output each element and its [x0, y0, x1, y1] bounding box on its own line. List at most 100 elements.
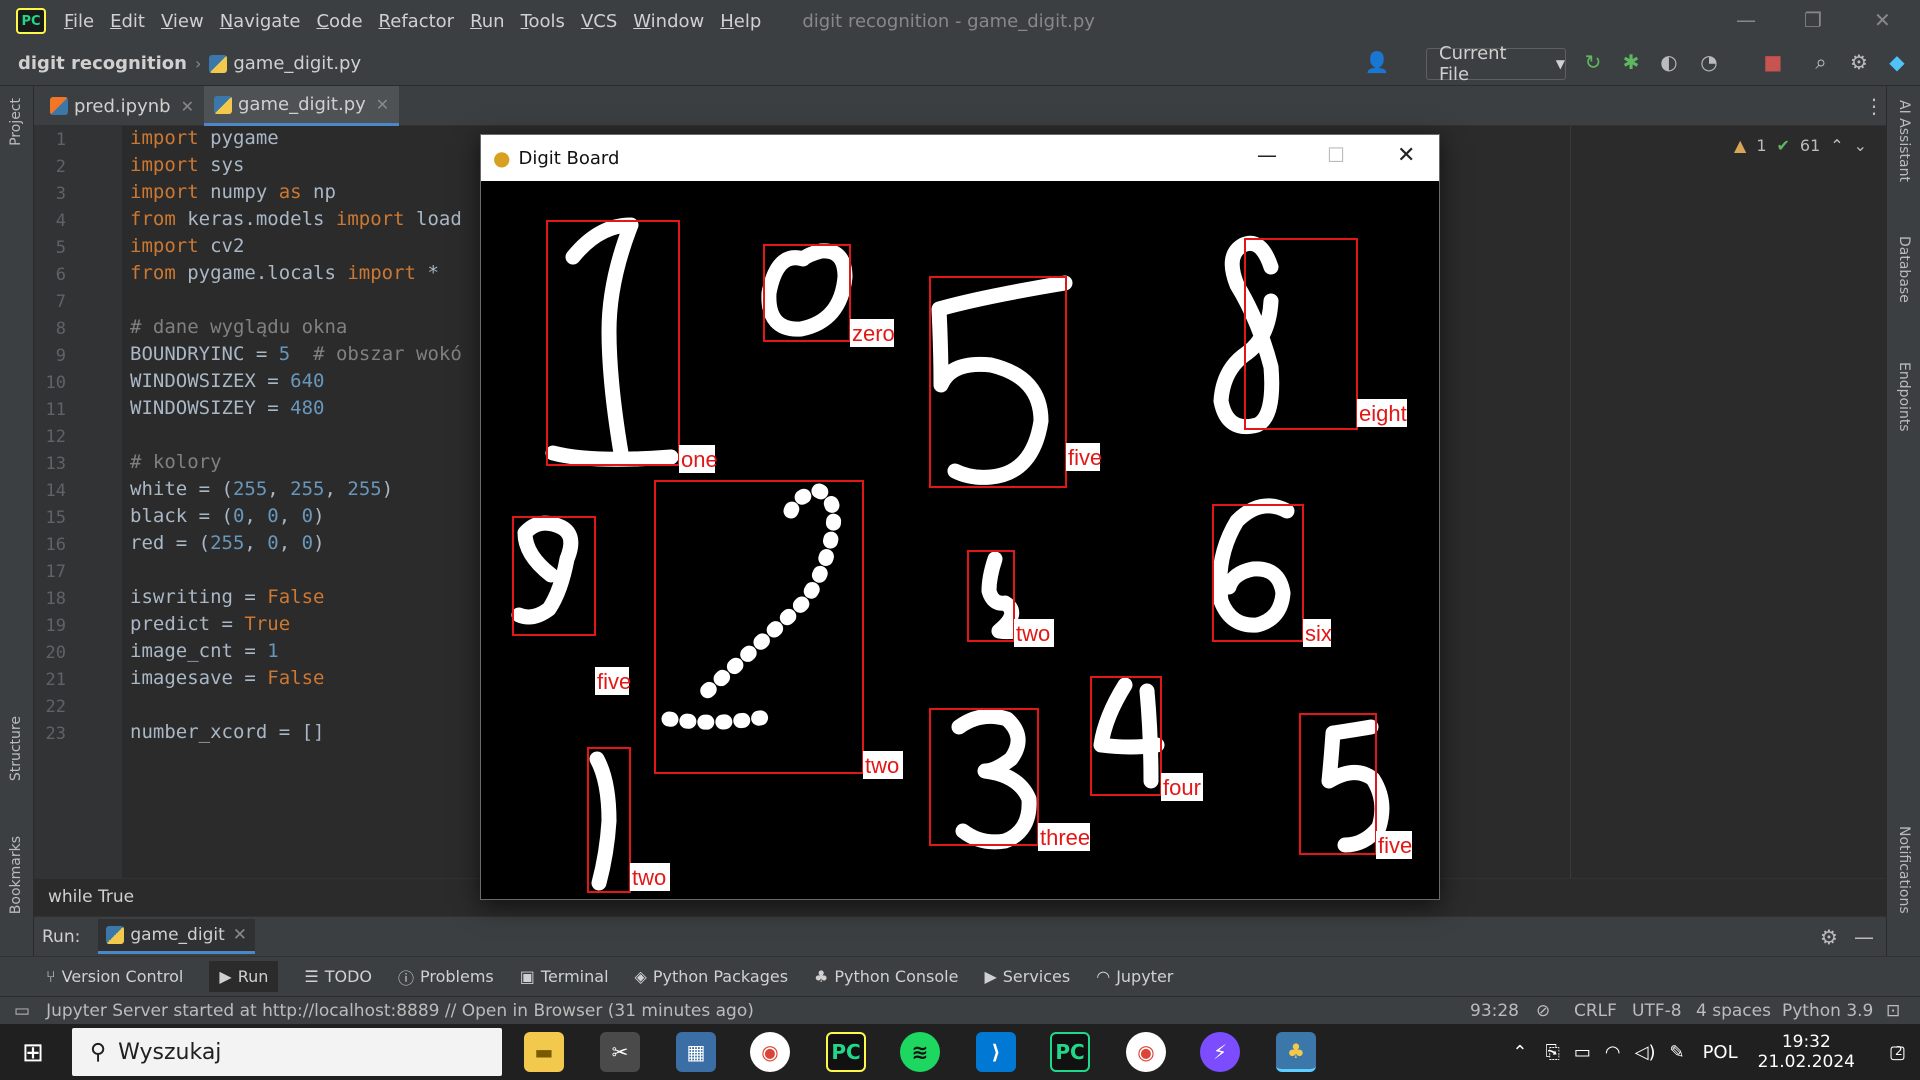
inspection-widget[interactable]: ▲ 1 ✔ 61 ⌃ ⌄ [1734, 136, 1867, 155]
indent-setting[interactable]: 4 spaces [1696, 1001, 1771, 1021]
close-icon[interactable]: ✕ [1874, 8, 1891, 32]
menu-navigate[interactable]: Navigate [220, 11, 301, 32]
close-tab-icon[interactable]: ✕ [233, 925, 247, 945]
tool-todo[interactable]: ☰ TODO [304, 967, 372, 986]
code-line[interactable]: imagesave = False [130, 667, 324, 689]
notification-center-icon[interactable]: ▢ 2 [1889, 1042, 1906, 1063]
meet-icon[interactable]: ⎘ [1545, 1042, 1559, 1063]
tool-run[interactable]: ▶ Run [209, 961, 279, 992]
tool-terminal[interactable]: ▣ Terminal [520, 967, 609, 986]
spotify-icon[interactable]: ≋ [900, 1032, 940, 1072]
digit-board-titlebar[interactable]: ● Digit Board — ☐ ✕ [481, 135, 1439, 181]
debug-icon[interactable]: ✱ [1618, 50, 1644, 76]
code-line[interactable]: from pygame.locals import * [130, 262, 439, 284]
digit-board-canvas[interactable]: one zero five eight five two two six two… [481, 181, 1439, 899]
breadcrumb-file[interactable]: game_digit.py [233, 53, 361, 74]
code-line[interactable]: from keras.models import load [130, 208, 462, 230]
chrome-profile-icon[interactable]: ◉ [1126, 1032, 1166, 1072]
code-line[interactable]: number_xcord = [] [130, 721, 324, 743]
ai-assistant-icon[interactable]: ◆ [1884, 50, 1910, 76]
tool-python-packages[interactable]: ◈ Python Packages [635, 967, 789, 986]
close-tab-icon[interactable]: ✕ [181, 97, 194, 116]
windows-start-icon[interactable]: ⊞ [22, 1038, 44, 1068]
code-line[interactable]: white = (255, 255, 255) [130, 478, 393, 500]
database-tool-button[interactable]: Database [1896, 236, 1912, 303]
line-separator[interactable]: CRLF [1574, 1001, 1617, 1021]
menu-view[interactable]: View [161, 11, 204, 32]
pen-icon[interactable]: ✎ [1669, 1042, 1684, 1063]
code-line[interactable]: BOUNDRYINC = 5 # obszar wokó [130, 343, 462, 365]
menu-run[interactable]: Run [470, 11, 505, 32]
code-line[interactable]: # dane wyglądu okna [130, 316, 347, 338]
chevron-up-icon[interactable]: ⌃ [1830, 136, 1843, 155]
tool-services[interactable]: ▶ Services [984, 967, 1070, 986]
lock-icon[interactable]: ⊡ [1886, 1001, 1900, 1021]
tool-jupyter[interactable]: ◠ Jupyter [1096, 967, 1173, 986]
menu-tools[interactable]: Tools [521, 11, 565, 32]
battery-icon[interactable]: ▭ [1574, 1042, 1591, 1063]
calculator-icon[interactable]: ▦ [676, 1032, 716, 1072]
run-config-select[interactable]: Current File ▼ [1426, 43, 1566, 85]
close-icon[interactable]: ✕ [1397, 143, 1415, 168]
menu-code[interactable]: Code [316, 11, 362, 32]
breadcrumb-project[interactable]: digit recognition [18, 53, 187, 74]
code-line[interactable]: import pygame [130, 127, 279, 149]
layout-icon[interactable]: ▭ [14, 1001, 30, 1021]
coverage-icon[interactable]: ◐ [1656, 50, 1682, 76]
clock[interactable]: 19:32 21.02.2024 [1758, 1032, 1855, 1072]
code-line[interactable]: red = (255, 0, 0) [130, 532, 325, 554]
minimize-icon[interactable]: — [1736, 8, 1756, 32]
profile-icon[interactable]: ◔ [1696, 50, 1722, 76]
tool-problems[interactable]: ⓘ Problems [398, 965, 494, 989]
language-indicator[interactable]: POL [1703, 1042, 1738, 1063]
code-line[interactable]: WINDOWSIZEY = 480 [130, 397, 324, 419]
code-line[interactable]: # kolory [130, 451, 222, 473]
file-explorer-icon[interactable]: ▬ [524, 1032, 564, 1072]
file-encoding[interactable]: UTF-8 [1632, 1001, 1682, 1021]
menu-refactor[interactable]: Refactor [379, 11, 455, 32]
bookmarks-tool-button[interactable]: Bookmarks [8, 836, 24, 914]
code-line[interactable]: iswriting = False [130, 586, 324, 608]
pycharm-logo-icon[interactable]: PC [16, 8, 46, 34]
settings-icon[interactable]: ⚙ [1846, 50, 1872, 76]
code-line[interactable]: WINDOWSIZEX = 640 [130, 370, 324, 392]
stop-icon[interactable]: ■ [1760, 50, 1786, 76]
tab-game-digit-py[interactable]: game_digit.py ✕ [204, 86, 400, 126]
menu-window[interactable]: Window [633, 11, 704, 32]
more-tabs-icon[interactable]: ⋮ [1864, 94, 1884, 118]
python-app-icon[interactable]: ♣ [1276, 1032, 1316, 1072]
taskbar-search[interactable]: ⚲ Wyszukaj [72, 1028, 502, 1076]
hide-icon[interactable]: — [1854, 925, 1874, 949]
code-line[interactable]: import sys [130, 154, 244, 176]
ai-assistant-tool-button[interactable]: AI Assistant [1896, 100, 1912, 182]
maximize-icon[interactable]: ☐ [1327, 143, 1345, 167]
caret-position[interactable]: 93:28 [1470, 1001, 1519, 1021]
code-line[interactable]: black = (0, 0, 0) [130, 505, 325, 527]
run-tab[interactable]: game_digit ✕ [98, 919, 255, 954]
endpoints-tool-button[interactable]: Endpoints [1896, 362, 1912, 432]
tool-version-control[interactable]: ⑂ Version Control [46, 967, 183, 986]
code-line[interactable]: image_cnt = 1 [130, 640, 279, 662]
structure-tool-button[interactable]: Structure [8, 716, 24, 781]
menu-edit[interactable]: Edit [110, 11, 145, 32]
pycharm-community-icon[interactable]: PC [1050, 1032, 1090, 1072]
no-highlight-icon[interactable]: ⊘ [1536, 1001, 1550, 1021]
restore-icon[interactable]: ❐ [1804, 8, 1822, 32]
search-icon[interactable]: ⌕ [1808, 50, 1834, 76]
notifications-tool-button[interactable]: Notifications [1896, 826, 1912, 914]
snipping-tool-icon[interactable]: ✂ [600, 1032, 640, 1072]
menu-file[interactable]: File [64, 11, 94, 32]
chevron-down-icon[interactable]: ⌄ [1854, 136, 1867, 155]
python-interpreter[interactable]: Python 3.9 [1782, 1001, 1873, 1021]
settings-icon[interactable]: ⚙ [1820, 925, 1838, 949]
menu-help[interactable]: Help [720, 11, 761, 32]
tool-python-console[interactable]: ♣ Python Console [814, 967, 958, 986]
code-line[interactable]: predict = True [130, 613, 290, 635]
menu-vcs[interactable]: VCS [581, 11, 617, 32]
status-message[interactable]: Jupyter Server started at http://localho… [46, 1001, 754, 1021]
chevron-up-icon[interactable]: ⌃ [1512, 1042, 1527, 1063]
messenger-icon[interactable]: ⚡ [1200, 1032, 1240, 1072]
close-tab-icon[interactable]: ✕ [376, 95, 389, 114]
project-tool-button[interactable]: Project [8, 98, 24, 146]
rerun-icon[interactable]: ↻ [1580, 50, 1606, 76]
